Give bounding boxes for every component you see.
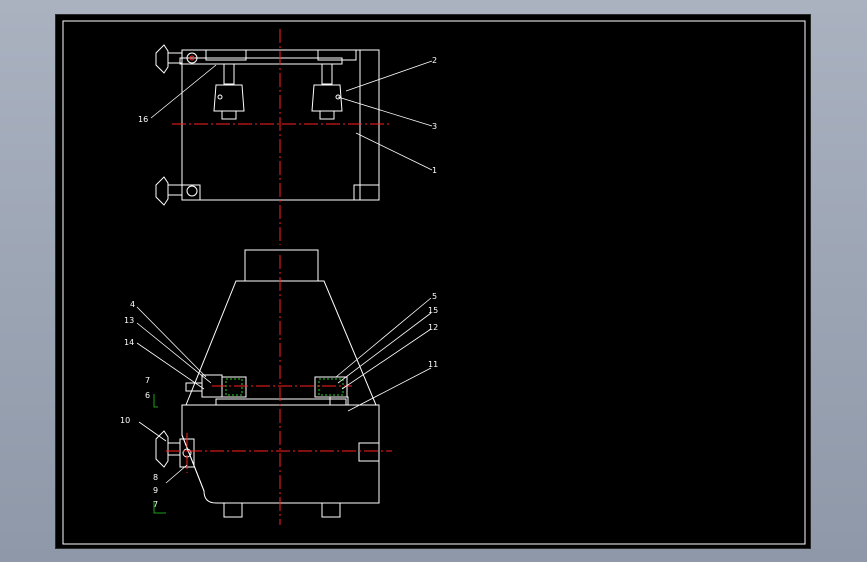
- label-13: 13: [124, 316, 134, 325]
- label-11: 11: [428, 360, 438, 369]
- leader-lines: [136, 60, 433, 514]
- label-7-upper: 7: [145, 376, 150, 385]
- label-14: 14: [124, 338, 134, 347]
- top-knob-upper: [155, 44, 198, 74]
- cad-drawing: 2 3 1 16 4 13 14 5 15 12 11 7 6 10 8 9 7: [62, 20, 806, 545]
- front-view: [155, 249, 392, 525]
- label-6: 6: [145, 391, 150, 400]
- top-view: [155, 29, 392, 245]
- top-clamp-left: [213, 63, 245, 120]
- top-knob-lower: [155, 176, 198, 206]
- label-16: 16: [138, 115, 148, 124]
- front-jaw-right: [314, 376, 349, 406]
- label-7-lower: 7: [153, 500, 158, 509]
- label-3: 3: [432, 122, 437, 131]
- label-1: 1: [432, 166, 437, 175]
- front-top-boss: [244, 249, 319, 282]
- label-12: 12: [428, 323, 438, 332]
- label-2: 2: [432, 56, 437, 65]
- label-4: 4: [130, 300, 135, 309]
- label-10: 10: [120, 416, 130, 425]
- label-8: 8: [153, 473, 158, 482]
- label-5: 5: [432, 292, 437, 301]
- top-clamp-right: [311, 63, 343, 120]
- label-15: 15: [428, 306, 438, 315]
- label-9: 9: [153, 486, 158, 495]
- drawing-canvas[interactable]: 2 3 1 16 4 13 14 5 15 12 11 7 6 10 8 9 7: [55, 14, 811, 549]
